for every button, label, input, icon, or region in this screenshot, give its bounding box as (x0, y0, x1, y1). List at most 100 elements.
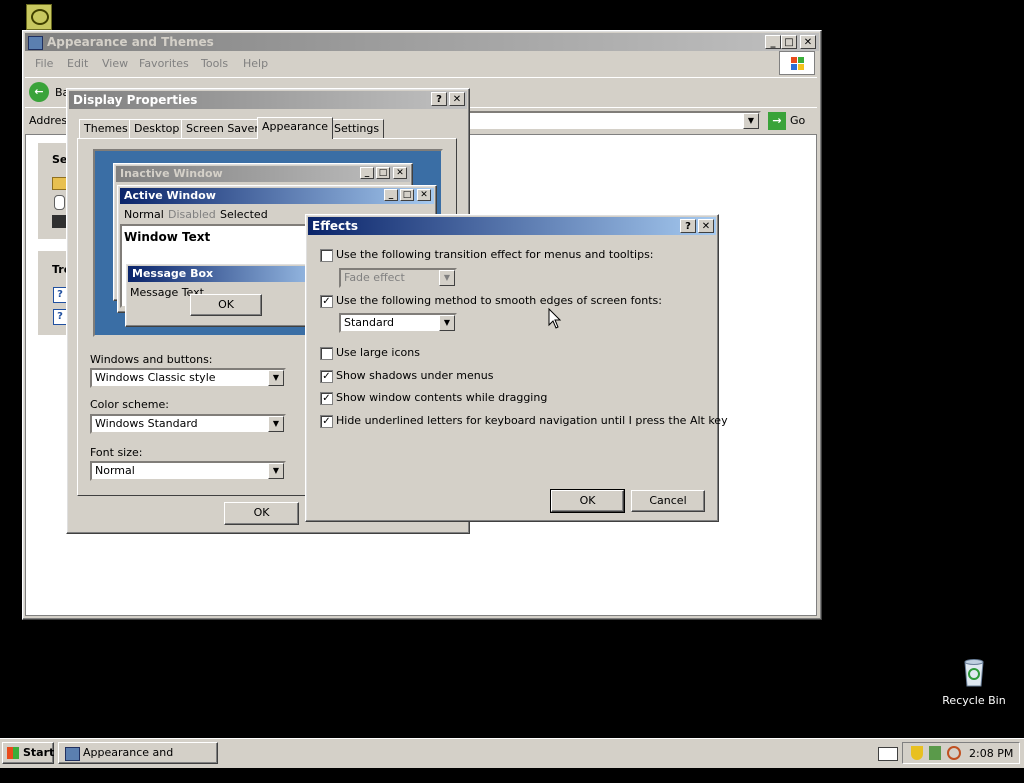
preview-active-title: Active Window (124, 189, 216, 202)
effects-titlebar[interactable]: Effects (308, 217, 716, 235)
back-arrow-icon[interactable]: ← (29, 82, 49, 102)
taskbar: Start Appearance and Themes 2:08 PM (0, 738, 1024, 779)
effects-dialog: Effects ? ✕ Use the following transition… (305, 214, 728, 522)
windows-buttons-label: Windows and buttons: (90, 353, 213, 366)
system-tray: 2:08 PM (902, 742, 1020, 764)
explorer-title: Appearance and Themes (47, 35, 214, 49)
desktop-shortcut-icon[interactable] (26, 4, 52, 30)
taskbar-task-appearance[interactable]: Appearance and Themes (58, 742, 218, 779)
display-properties-title: Display Properties (73, 93, 198, 107)
menu-edit[interactable]: Edit (67, 57, 88, 70)
smooth-fonts-value: Standard (344, 316, 395, 329)
transition-effect-select: Fade effect ▼ (339, 268, 457, 288)
mouse-pointer-icon (548, 308, 562, 329)
chevron-down-icon: ▼ (439, 270, 455, 286)
close-button[interactable]: ✕ (800, 35, 816, 49)
menu-favorites[interactable]: Favorites (139, 57, 189, 70)
font-size-select[interactable]: Normal ▼ (90, 461, 286, 481)
tab-desktop[interactable]: Desktop (129, 119, 185, 138)
smooth-fonts-label[interactable]: Use the following method to smooth edges… (336, 294, 662, 307)
preview-inactive-title: Inactive Window (120, 167, 223, 180)
menu-help[interactable]: Help (243, 57, 268, 70)
task-label: Appearance and Themes (83, 746, 174, 779)
maximize-button[interactable]: □ (781, 35, 797, 49)
tab-strip: Themes Desktop Screen Saver Appearance S… (77, 117, 457, 139)
security-shield-icon[interactable] (911, 746, 923, 760)
font-size-value: Normal (95, 464, 135, 477)
help-icon[interactable]: ? (53, 287, 67, 303)
recycle-bin-label: Recycle Bin (942, 694, 1006, 707)
color-scheme-value: Windows Standard (95, 417, 198, 430)
smooth-fonts-checkbox[interactable]: ✓ (320, 295, 333, 308)
clock[interactable]: 2:08 PM (969, 747, 1013, 760)
large-icons-checkbox[interactable] (320, 347, 333, 360)
recycle-bin[interactable]: Recycle Bin (940, 656, 1008, 710)
large-icons-label[interactable]: Use large icons (336, 346, 420, 359)
preview-menu-normal: Normal (124, 208, 164, 221)
chevron-down-icon[interactable]: ▼ (439, 315, 455, 331)
preview-message-box-title: Message Box (132, 267, 214, 280)
start-label: Start (23, 746, 55, 759)
preview-menu-disabled: Disabled (168, 208, 216, 221)
address-dropdown-arrow[interactable]: ▼ (743, 113, 759, 129)
effects-title: Effects (312, 219, 359, 233)
recycle-bin-icon (964, 659, 984, 687)
tab-appearance[interactable]: Appearance (257, 117, 334, 139)
ok-button[interactable]: OK (550, 489, 625, 513)
preview-window-text: Window Text (124, 230, 211, 244)
mouse-icon[interactable] (54, 195, 65, 210)
chevron-down-icon[interactable]: ▼ (268, 416, 284, 432)
menu-tools[interactable]: Tools (201, 57, 228, 70)
hide-underlines-checkbox[interactable]: ✓ (320, 415, 333, 428)
network-icon[interactable] (929, 746, 941, 760)
minimize-button[interactable]: _ (765, 35, 781, 49)
ok-button[interactable]: OK (224, 502, 299, 525)
transition-effect-checkbox[interactable] (320, 249, 333, 262)
keyboard-icon[interactable] (878, 747, 898, 761)
preview-max-button: □ (400, 189, 414, 201)
address-input[interactable]: ▼ (465, 111, 761, 131)
smooth-fonts-select[interactable]: Standard ▼ (339, 313, 457, 333)
explorer-window-icon (28, 36, 43, 50)
preview-close-button: ✕ (393, 167, 407, 179)
close-button[interactable]: ✕ (449, 92, 465, 106)
menu-bar: File Edit View Favorites Tools Help (25, 53, 775, 73)
tab-settings[interactable]: Settings (329, 119, 385, 138)
windows-flag-icon (7, 747, 19, 759)
windows-buttons-select[interactable]: Windows Classic style ▼ (90, 368, 286, 388)
tab-screen-saver[interactable]: Screen Saver (181, 119, 264, 138)
windows-buttons-value: Windows Classic style (95, 371, 216, 384)
accessibility-icon[interactable] (52, 215, 66, 228)
preview-menu-selected: Selected (220, 208, 268, 221)
menu-view[interactable]: View (102, 57, 128, 70)
menu-file[interactable]: File (35, 57, 53, 70)
hide-underlines-label[interactable]: Hide underlined letters for keyboard nav… (336, 414, 728, 427)
go-arrow-icon[interactable]: → (768, 112, 786, 130)
drag-contents-label[interactable]: Show window contents while dragging (336, 391, 547, 404)
transition-effect-label[interactable]: Use the following transition effect for … (336, 248, 654, 261)
menu-shadows-checkbox[interactable]: ✓ (320, 370, 333, 383)
display-properties-titlebar[interactable]: Display Properties (69, 91, 467, 109)
help-button[interactable]: ? (431, 92, 447, 106)
help-button[interactable]: ? (680, 219, 696, 233)
tab-themes[interactable]: Themes (79, 119, 133, 138)
close-button[interactable]: ✕ (698, 219, 714, 233)
search-icon[interactable] (947, 746, 961, 760)
menu-shadows-label[interactable]: Show shadows under menus (336, 369, 493, 382)
chevron-down-icon[interactable]: ▼ (268, 370, 284, 386)
font-size-label: Font size: (90, 446, 143, 459)
start-button[interactable]: Start (2, 742, 54, 764)
preview-message-box-titlebar: Message Box (128, 266, 334, 282)
drag-contents-checkbox[interactable]: ✓ (320, 392, 333, 405)
color-scheme-select[interactable]: Windows Standard ▼ (90, 414, 286, 434)
go-label[interactable]: Go (790, 114, 805, 127)
color-scheme-label: Color scheme: (90, 398, 169, 411)
windows-logo-icon (779, 51, 815, 75)
chevron-down-icon[interactable]: ▼ (268, 463, 284, 479)
preview-ok-button: OK (190, 294, 262, 316)
help-icon[interactable]: ? (53, 309, 67, 325)
preview-max-button: □ (376, 167, 390, 179)
explorer-titlebar[interactable]: Appearance and Themes (25, 33, 819, 51)
cancel-button[interactable]: Cancel (631, 490, 705, 512)
preview-min-button: _ (384, 189, 398, 201)
